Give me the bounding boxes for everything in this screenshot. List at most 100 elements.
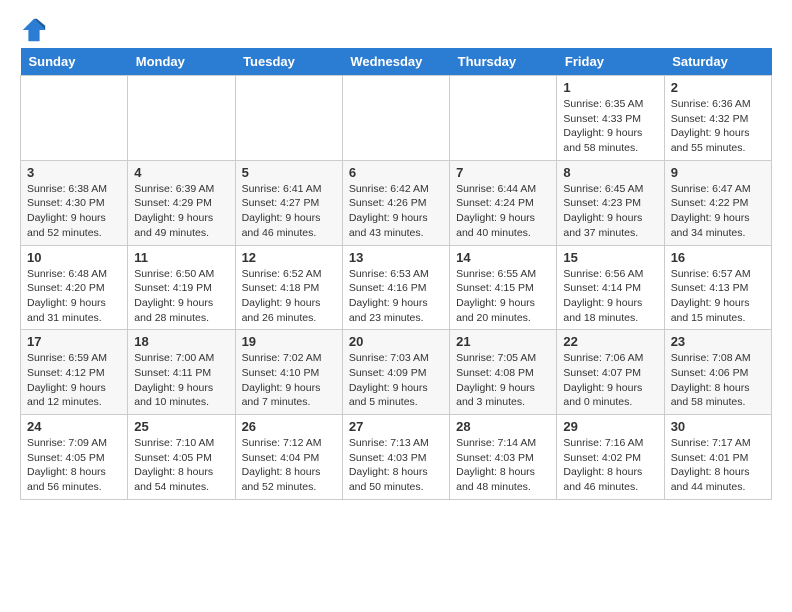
day-number: 29 [563,419,657,434]
day-cell [450,76,557,161]
day-cell: 27 Sunrise: 7:13 AM Sunset: 4:03 PM Dayli… [342,415,449,500]
day-content: Sunrise: 6:57 AM Sunset: 4:13 PM Dayligh… [671,267,765,326]
day-cell: 6 Sunrise: 6:42 AM Sunset: 4:26 PM Daylig… [342,160,449,245]
header-cell-wednesday: Wednesday [342,48,449,76]
week-row-4: 24 Sunrise: 7:09 AM Sunset: 4:05 PM Dayli… [21,415,772,500]
day-number: 25 [134,419,228,434]
day-number: 1 [563,80,657,95]
day-cell: 19 Sunrise: 7:02 AM Sunset: 4:10 PM Dayli… [235,330,342,415]
day-number: 8 [563,165,657,180]
header-cell-thursday: Thursday [450,48,557,76]
day-cell: 29Sunrise: 7:16 AM Sunset: 4:02 PM Dayli… [557,415,664,500]
day-cell: 22 Sunrise: 7:06 AM Sunset: 4:07 PM Dayli… [557,330,664,415]
day-cell [21,76,128,161]
day-cell: 21 Sunrise: 7:05 AM Sunset: 4:08 PM Dayli… [450,330,557,415]
day-content: Sunrise: 6:48 AM Sunset: 4:20 PM Dayligh… [27,267,121,326]
day-cell: 25 Sunrise: 7:10 AM Sunset: 4:05 PM Dayli… [128,415,235,500]
day-number: 9 [671,165,765,180]
day-number: 24 [27,419,121,434]
day-content: Sunrise: 7:00 AM Sunset: 4:11 PM Dayligh… [134,351,228,410]
day-cell: 4Sunrise: 6:39 AM Sunset: 4:29 PM Daylig… [128,160,235,245]
day-content: Sunrise: 7:02 AM Sunset: 4:10 PM Dayligh… [242,351,336,410]
day-cell: 13 Sunrise: 6:53 AM Sunset: 4:16 PM Dayli… [342,245,449,330]
day-cell: 17 Sunrise: 6:59 AM Sunset: 4:12 PM Dayli… [21,330,128,415]
day-cell: 5 Sunrise: 6:41 AM Sunset: 4:27 PM Daylig… [235,160,342,245]
day-number: 23 [671,334,765,349]
day-cell: 28Sunrise: 7:14 AM Sunset: 4:03 PM Dayli… [450,415,557,500]
day-cell: 1 Sunrise: 6:35 AM Sunset: 4:33 PM Daylig… [557,76,664,161]
logo [20,16,52,44]
day-number: 2 [671,80,765,95]
day-cell: 11 Sunrise: 6:50 AM Sunset: 4:19 PM Dayli… [128,245,235,330]
day-cell: 12Sunrise: 6:52 AM Sunset: 4:18 PM Dayli… [235,245,342,330]
day-content: Sunrise: 6:50 AM Sunset: 4:19 PM Dayligh… [134,267,228,326]
day-cell: 9 Sunrise: 6:47 AM Sunset: 4:22 PM Daylig… [664,160,771,245]
day-cell: 20 Sunrise: 7:03 AM Sunset: 4:09 PM Dayli… [342,330,449,415]
day-cell: 2 Sunrise: 6:36 AM Sunset: 4:32 PM Daylig… [664,76,771,161]
header-cell-tuesday: Tuesday [235,48,342,76]
day-number: 16 [671,250,765,265]
day-number: 20 [349,334,443,349]
day-cell: 24 Sunrise: 7:09 AM Sunset: 4:05 PM Dayli… [21,415,128,500]
day-number: 5 [242,165,336,180]
header-cell-friday: Friday [557,48,664,76]
day-content: Sunrise: 7:06 AM Sunset: 4:07 PM Dayligh… [563,351,657,410]
day-content: Sunrise: 6:47 AM Sunset: 4:22 PM Dayligh… [671,182,765,241]
logo-icon [20,16,48,44]
day-cell [128,76,235,161]
day-number: 12 [242,250,336,265]
day-number: 26 [242,419,336,434]
day-number: 30 [671,419,765,434]
day-content: Sunrise: 6:38 AM Sunset: 4:30 PM Dayligh… [27,182,121,241]
day-content: Sunrise: 6:56 AM Sunset: 4:14 PM Dayligh… [563,267,657,326]
day-content: Sunrise: 6:42 AM Sunset: 4:26 PM Dayligh… [349,182,443,241]
header-row: SundayMondayTuesdayWednesdayThursdayFrid… [21,48,772,76]
day-content: Sunrise: 6:35 AM Sunset: 4:33 PM Dayligh… [563,97,657,156]
day-content: Sunrise: 7:03 AM Sunset: 4:09 PM Dayligh… [349,351,443,410]
day-number: 15 [563,250,657,265]
day-content: Sunrise: 7:09 AM Sunset: 4:05 PM Dayligh… [27,436,121,495]
header [20,16,772,44]
day-cell: 18 Sunrise: 7:00 AM Sunset: 4:11 PM Dayli… [128,330,235,415]
day-content: Sunrise: 7:13 AM Sunset: 4:03 PM Dayligh… [349,436,443,495]
week-row-0: 1 Sunrise: 6:35 AM Sunset: 4:33 PM Daylig… [21,76,772,161]
day-number: 18 [134,334,228,349]
day-content: Sunrise: 7:17 AM Sunset: 4:01 PM Dayligh… [671,436,765,495]
day-content: Sunrise: 6:53 AM Sunset: 4:16 PM Dayligh… [349,267,443,326]
day-number: 17 [27,334,121,349]
day-number: 11 [134,250,228,265]
day-cell [342,76,449,161]
day-content: Sunrise: 6:44 AM Sunset: 4:24 PM Dayligh… [456,182,550,241]
day-content: Sunrise: 7:12 AM Sunset: 4:04 PM Dayligh… [242,436,336,495]
day-cell: 8 Sunrise: 6:45 AM Sunset: 4:23 PM Daylig… [557,160,664,245]
week-row-1: 3 Sunrise: 6:38 AM Sunset: 4:30 PM Daylig… [21,160,772,245]
day-cell: 26 Sunrise: 7:12 AM Sunset: 4:04 PM Dayli… [235,415,342,500]
header-cell-monday: Monday [128,48,235,76]
day-cell: 3 Sunrise: 6:38 AM Sunset: 4:30 PM Daylig… [21,160,128,245]
day-number: 21 [456,334,550,349]
day-number: 10 [27,250,121,265]
day-content: Sunrise: 6:55 AM Sunset: 4:15 PM Dayligh… [456,267,550,326]
day-number: 3 [27,165,121,180]
day-cell: 14Sunrise: 6:55 AM Sunset: 4:15 PM Dayli… [450,245,557,330]
calendar-header: SundayMondayTuesdayWednesdayThursdayFrid… [21,48,772,76]
day-cell [235,76,342,161]
day-cell: 16 Sunrise: 6:57 AM Sunset: 4:13 PM Dayli… [664,245,771,330]
day-content: Sunrise: 7:05 AM Sunset: 4:08 PM Dayligh… [456,351,550,410]
day-number: 22 [563,334,657,349]
day-cell: 10 Sunrise: 6:48 AM Sunset: 4:20 PM Dayli… [21,245,128,330]
day-cell: 30 Sunrise: 7:17 AM Sunset: 4:01 PM Dayli… [664,415,771,500]
day-number: 6 [349,165,443,180]
day-number: 19 [242,334,336,349]
day-number: 13 [349,250,443,265]
day-number: 27 [349,419,443,434]
day-content: Sunrise: 6:41 AM Sunset: 4:27 PM Dayligh… [242,182,336,241]
header-cell-saturday: Saturday [664,48,771,76]
day-content: Sunrise: 6:45 AM Sunset: 4:23 PM Dayligh… [563,182,657,241]
day-content: Sunrise: 6:39 AM Sunset: 4:29 PM Dayligh… [134,182,228,241]
day-content: Sunrise: 6:36 AM Sunset: 4:32 PM Dayligh… [671,97,765,156]
day-content: Sunrise: 6:59 AM Sunset: 4:12 PM Dayligh… [27,351,121,410]
calendar-table: SundayMondayTuesdayWednesdayThursdayFrid… [20,48,772,500]
day-content: Sunrise: 7:10 AM Sunset: 4:05 PM Dayligh… [134,436,228,495]
page-container: SundayMondayTuesdayWednesdayThursdayFrid… [0,0,792,510]
